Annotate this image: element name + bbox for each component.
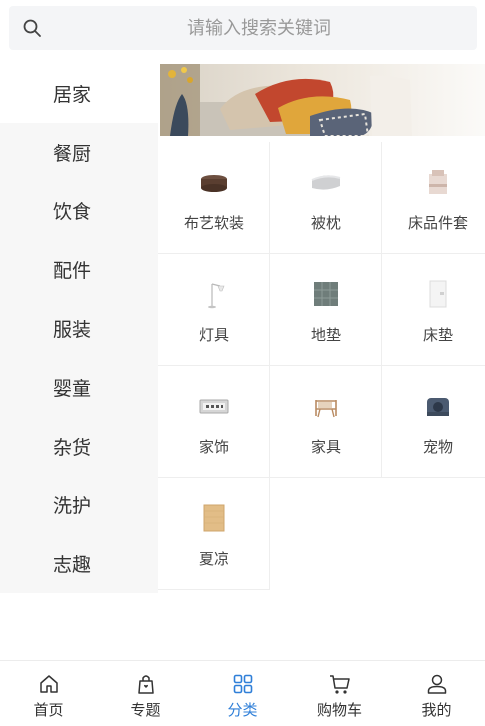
search-input[interactable] (49, 6, 469, 50)
subcategory-label: 夏凉 (198, 550, 229, 568)
category-content: 布艺软装 被枕 床品件套 灯具 地垫 床垫 家饰 家具 宠物 夏凉 (158, 64, 485, 593)
subcategory-label: 家具 (310, 438, 341, 456)
subcategory-quilts-pillows[interactable]: 被枕 (270, 142, 382, 254)
subcategory-label: 布艺软装 (183, 214, 244, 232)
sidebar-item-label: 婴童 (52, 377, 91, 400)
home-icon (39, 675, 58, 693)
sidebar-item-label: 志趣 (52, 554, 91, 577)
subcategory-label: 床垫 (422, 326, 453, 344)
category-grid-icon (233, 674, 252, 694)
sidebar-item-kitchen[interactable]: 餐厨 (0, 123, 158, 182)
profile-icon (427, 674, 446, 694)
subcategory-label: 地垫 (310, 326, 341, 344)
tab-profile[interactable]: 我的 (388, 661, 485, 726)
fabric-ottoman-icon (201, 175, 227, 192)
chair-icon (315, 400, 337, 418)
bedding-set-icon (429, 170, 447, 194)
subcategory-mattresses[interactable]: 床垫 (382, 254, 485, 366)
sidebar-item-label: 服装 (52, 319, 91, 342)
sidebar-item-food[interactable]: 饮食 (0, 182, 158, 241)
subcategory-furniture[interactable]: 家具 (270, 366, 382, 478)
sidebar-item-label: 洗护 (52, 495, 91, 518)
bottom-tab-bar: 首页 专题 分类 购物车 我的 (0, 660, 485, 726)
tab-label: 分类 (227, 701, 258, 719)
sidebar-item-accessories[interactable]: 配件 (0, 240, 158, 299)
tab-label: 我的 (421, 701, 452, 719)
decor-clock-icon (199, 399, 229, 414)
sidebar-item-sundries[interactable]: 杂货 (0, 417, 158, 476)
tab-label: 购物车 (316, 701, 362, 719)
category-sidebar: 居家 餐厨 饮食 配件 服装 婴童 杂货 洗护 志趣 (0, 64, 158, 593)
tab-label: 专题 (130, 701, 161, 719)
category-banner[interactable] (160, 64, 485, 136)
floor-mat-icon (314, 282, 338, 306)
sidebar-item-label: 饮食 (52, 201, 91, 224)
tab-label: 首页 (33, 701, 64, 719)
tab-category[interactable]: 分类 (194, 661, 291, 726)
subcategory-fabric-furnishings[interactable]: 布艺软装 (158, 142, 270, 254)
search-bar (0, 0, 485, 57)
tab-home[interactable]: 首页 (0, 661, 97, 726)
sidebar-item-label: 杂货 (52, 436, 91, 459)
tab-topics[interactable]: 专题 (97, 661, 194, 726)
subcategory-floor-mats[interactable]: 地垫 (270, 254, 382, 366)
subcategory-label: 灯具 (198, 326, 229, 344)
subcategory-label: 被枕 (310, 214, 341, 232)
summer-mat-icon (203, 504, 225, 532)
subcategory-label: 家饰 (198, 438, 229, 456)
banner-image (160, 64, 485, 136)
subcategory-summer-cooling[interactable]: 夏凉 (158, 478, 270, 590)
sidebar-item-label: 餐厨 (52, 142, 91, 165)
sidebar-item-baby[interactable]: 婴童 (0, 358, 158, 417)
sidebar-item-personal-care[interactable]: 洗护 (0, 476, 158, 535)
sidebar-item-home-living[interactable]: 居家 (0, 64, 158, 123)
topic-bag-icon (137, 675, 154, 694)
pillow-icon (311, 175, 341, 190)
tab-cart[interactable]: 购物车 (291, 661, 388, 726)
cart-icon (329, 675, 350, 694)
floor-lamp-icon (208, 283, 225, 309)
mattress-icon (429, 280, 447, 308)
sidebar-item-label: 居家 (52, 83, 91, 106)
subcategory-home-decor[interactable]: 家饰 (158, 366, 270, 478)
subcategory-lighting[interactable]: 灯具 (158, 254, 270, 366)
subcategory-bedding-sets[interactable]: 床品件套 (382, 142, 485, 254)
search-icon[interactable] (22, 18, 42, 38)
search-box[interactable] (9, 6, 477, 50)
sidebar-item-clothing[interactable]: 服装 (0, 299, 158, 358)
subcategory-label: 宠物 (422, 438, 453, 456)
sidebar-item-label: 配件 (52, 260, 91, 283)
subcategory-pets[interactable]: 宠物 (382, 366, 485, 478)
sidebar-item-hobbies[interactable]: 志趣 (0, 534, 158, 593)
subcategory-label: 床品件套 (407, 214, 468, 232)
pet-bed-icon (427, 398, 449, 416)
